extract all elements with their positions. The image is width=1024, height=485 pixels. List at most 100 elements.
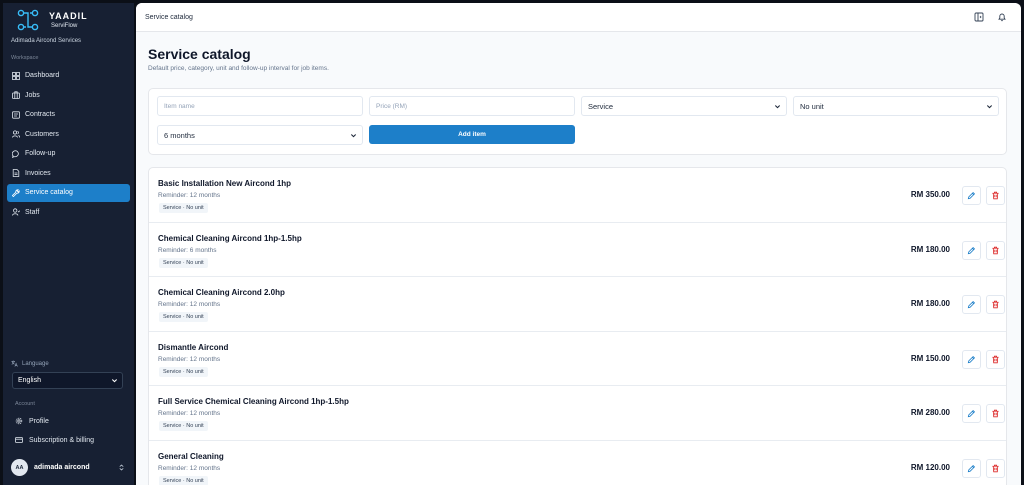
item-name-input[interactable]: Item name bbox=[157, 96, 363, 116]
brand-product: ServiFlow bbox=[51, 22, 78, 29]
pencil-icon bbox=[967, 409, 976, 418]
gear-icon bbox=[15, 417, 23, 425]
category-select[interactable]: Service bbox=[581, 96, 787, 116]
delete-button[interactable] bbox=[986, 458, 1005, 478]
sidebar: YAADIL ServiFlow Adimada Aircond Service… bbox=[3, 3, 134, 485]
page-title: Service catalog bbox=[148, 46, 251, 62]
brand[interactable]: YAADIL ServiFlow bbox=[17, 9, 88, 31]
item-name: Chemical Cleaning Aircond 2.0hp bbox=[158, 288, 285, 297]
staff-icon bbox=[12, 208, 20, 216]
list-item: Basic Installation New Aircond 1hp Remin… bbox=[149, 168, 1006, 223]
delete-button[interactable] bbox=[986, 240, 1005, 260]
sidebar-item-label: Staff bbox=[25, 208, 40, 216]
trash-icon bbox=[992, 246, 999, 254]
account-item-label: Profile bbox=[29, 417, 49, 425]
trash-icon bbox=[992, 464, 999, 472]
chevron-down-icon bbox=[111, 379, 118, 383]
pencil-icon bbox=[967, 355, 976, 363]
list-item: Full Service Chemical Cleaning Aircond 1… bbox=[149, 386, 1006, 441]
wrench-icon bbox=[12, 189, 20, 197]
language-select[interactable]: English bbox=[12, 372, 123, 389]
trash-icon bbox=[992, 191, 999, 200]
item-reminder: Reminder: 12 months bbox=[158, 192, 221, 199]
sidebar-item-label: Dashboard bbox=[25, 72, 60, 80]
sidebar-item-staff[interactable]: Staff bbox=[7, 204, 130, 222]
item-price: RM 280.00 bbox=[910, 408, 950, 417]
language-label-row: Language bbox=[11, 360, 49, 367]
sidebar-item-jobs[interactable]: Jobs bbox=[7, 87, 130, 105]
avatar: AA bbox=[11, 459, 28, 476]
sidebar-item-label: Invoices bbox=[25, 169, 51, 177]
unit-select[interactable]: No unit bbox=[793, 96, 999, 116]
unit-value: No unit bbox=[800, 101, 824, 111]
item-badge: Service · No unit bbox=[159, 366, 208, 377]
list-item: Chemical Cleaning Aircond 1hp-1.5hp Remi… bbox=[149, 223, 1006, 277]
brand-logo-icon bbox=[17, 9, 39, 31]
delete-button[interactable] bbox=[986, 295, 1005, 314]
price-input[interactable]: Price (RM) bbox=[369, 96, 575, 116]
account-label: Account bbox=[15, 401, 35, 407]
sidebar-item-label: Jobs bbox=[25, 91, 40, 99]
pencil-icon bbox=[967, 464, 976, 472]
sidebar-toggle-icon[interactable] bbox=[974, 12, 984, 22]
delete-button[interactable] bbox=[986, 186, 1005, 205]
trash-icon bbox=[992, 409, 999, 418]
account-item-profile[interactable]: Profile bbox=[15, 417, 49, 425]
trash-icon bbox=[992, 300, 999, 309]
sidebar-item-label: Follow-up bbox=[25, 150, 56, 158]
user-menu[interactable]: AA adimada aircond bbox=[11, 459, 125, 476]
item-price: RM 180.00 bbox=[910, 244, 950, 254]
user-name: adimada aircond bbox=[34, 464, 90, 471]
item-price: RM 150.00 bbox=[910, 353, 950, 363]
sidebar-item-follow-up[interactable]: Follow-up bbox=[7, 145, 130, 163]
edit-button[interactable] bbox=[962, 349, 981, 369]
brand-name: YAADIL bbox=[49, 10, 88, 21]
edit-button[interactable] bbox=[962, 186, 981, 205]
pencil-icon bbox=[967, 191, 976, 200]
bell-icon[interactable] bbox=[997, 12, 1007, 22]
add-item-button[interactable]: Add item bbox=[369, 125, 575, 144]
interval-value: 6 months bbox=[164, 130, 195, 140]
item-name: General Cleaning bbox=[158, 451, 224, 461]
sidebar-item-label: Customers bbox=[25, 130, 59, 138]
sidebar-item-service-catalog[interactable]: Service catalog bbox=[7, 184, 130, 202]
sidebar-item-contracts[interactable]: Contracts bbox=[7, 106, 130, 124]
sidebar-item-invoices[interactable]: Invoices bbox=[7, 165, 130, 183]
sidebar-item-customers[interactable]: Customers bbox=[7, 126, 130, 144]
item-reminder: Reminder: 6 months bbox=[158, 246, 217, 254]
list-item: Dismantle Aircond Reminder: 12 months Se… bbox=[149, 332, 1006, 386]
breadcrumb: Service catalog bbox=[145, 13, 193, 21]
item-badge: Service · No unit bbox=[159, 312, 208, 322]
item-name: Basic Installation New Aircond 1hp bbox=[158, 179, 292, 188]
chevron-down-icon bbox=[774, 104, 781, 108]
trash-icon bbox=[992, 355, 999, 363]
edit-button[interactable] bbox=[962, 404, 981, 423]
sidebar-item-label: Contracts bbox=[25, 111, 55, 119]
delete-button[interactable] bbox=[986, 404, 1005, 423]
main-content: Service catalog Service catalog Default … bbox=[136, 3, 1021, 485]
language-label: Language bbox=[22, 360, 49, 367]
sidebar-item-dashboard[interactable]: Dashboard bbox=[7, 67, 130, 85]
company-name: Adimada Aircond Services bbox=[11, 38, 82, 44]
invoice-icon bbox=[12, 169, 20, 178]
chevron-down-icon bbox=[986, 104, 993, 108]
sidebar-nav: Dashboard Jobs Contracts Customers Follo… bbox=[7, 67, 130, 223]
edit-button[interactable] bbox=[962, 240, 981, 260]
chevron-down-icon bbox=[350, 133, 357, 137]
item-price: RM 350.00 bbox=[910, 190, 950, 199]
item-reminder: Reminder: 12 months bbox=[158, 464, 221, 472]
workspace-label: Workspace bbox=[11, 55, 39, 61]
account-item-billing[interactable]: Subscription & billing bbox=[15, 436, 94, 444]
users-icon bbox=[12, 130, 20, 138]
edit-button[interactable] bbox=[962, 458, 981, 478]
interval-select[interactable]: 6 months bbox=[157, 125, 363, 145]
item-reminder: Reminder: 12 months bbox=[158, 301, 221, 308]
app-frame: YAADIL ServiFlow Adimada Aircond Service… bbox=[0, 0, 1024, 485]
delete-button[interactable] bbox=[986, 349, 1005, 369]
card-icon bbox=[15, 436, 23, 444]
edit-button[interactable] bbox=[962, 295, 981, 314]
topbar: Service catalog bbox=[136, 3, 1021, 32]
list-item: General Cleaning Reminder: 12 months Ser… bbox=[149, 441, 1006, 485]
contract-icon bbox=[12, 111, 20, 119]
category-value: Service bbox=[588, 101, 614, 111]
